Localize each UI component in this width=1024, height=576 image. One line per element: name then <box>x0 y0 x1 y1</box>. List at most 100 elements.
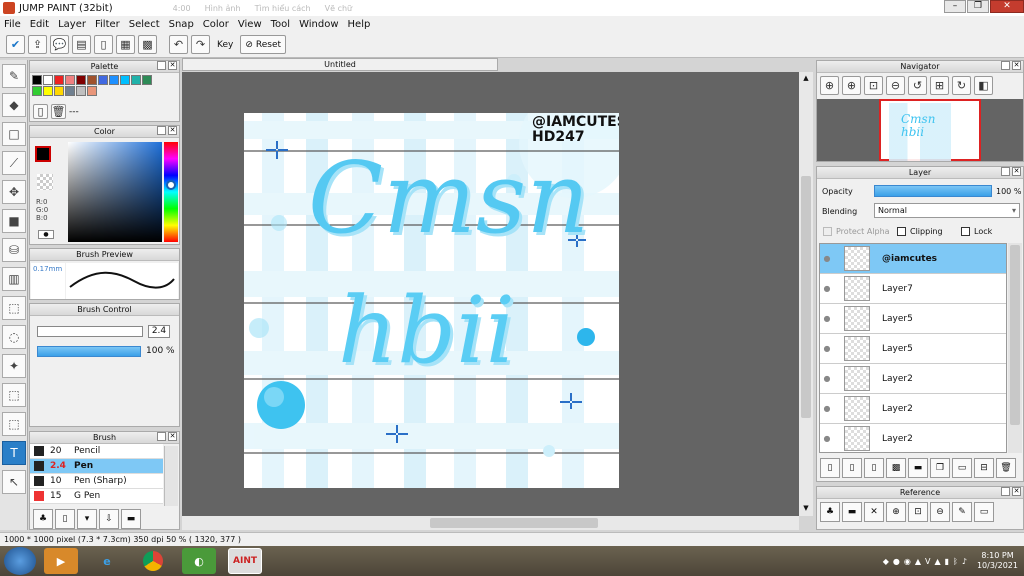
reference-fit-icon[interactable]: ⊡ <box>908 502 928 522</box>
reference-menu-icon[interactable]: ▭ <box>974 502 994 522</box>
bluetooth-icon[interactable]: ᛒ <box>953 557 958 566</box>
layer-row[interactable]: ● @iamcutes <box>820 244 1006 274</box>
menu-select[interactable]: Select <box>129 19 160 30</box>
duplicate-layer-icon[interactable]: ❐ <box>930 458 950 478</box>
reference-zoom-in-icon[interactable]: ⊕ <box>886 502 906 522</box>
brush-size-slider[interactable] <box>37 326 143 337</box>
new-layer-1bit-icon[interactable]: ▯ <box>864 458 884 478</box>
menu-file[interactable]: File <box>4 19 21 30</box>
tray-icon[interactable]: V <box>925 557 930 566</box>
layer-row[interactable]: ● Layer7 <box>820 274 1006 304</box>
brush-item[interactable]: 10 Pen (Sharp) <box>30 474 163 489</box>
palette-swatch[interactable] <box>65 75 75 85</box>
new-palette-icon[interactable]: ▯ <box>33 104 48 119</box>
layer-row[interactable]: ● Layer2 <box>820 364 1006 394</box>
panel-icon[interactable]: ▦ <box>116 35 135 54</box>
brush-item[interactable]: 20 Pencil <box>30 444 163 459</box>
line-tool-icon[interactable]: ⟋ <box>2 151 26 175</box>
brush-list-scrollbar[interactable] <box>164 446 178 506</box>
palette-swatch[interactable] <box>54 86 64 96</box>
layer-opacity-slider[interactable] <box>874 185 992 197</box>
menu-tool[interactable]: Tool <box>271 19 290 30</box>
panel-pin-icon[interactable] <box>157 126 166 135</box>
visibility-icon[interactable]: ● <box>820 254 834 263</box>
vertical-scroll-thumb[interactable] <box>801 176 811 418</box>
layer-row[interactable]: ● Layer5 <box>820 334 1006 364</box>
brush-item[interactable]: 2.4 Pen <box>30 459 163 474</box>
transparent-color[interactable] <box>37 174 53 190</box>
lock-checkbox[interactable]: Lock <box>961 227 992 236</box>
halftone-layer-icon[interactable]: ▩ <box>886 458 906 478</box>
delete-palette-icon[interactable]: 🗑 <box>51 104 66 119</box>
new-layer-8bit-icon[interactable]: ▯ <box>842 458 862 478</box>
hue-slider[interactable] <box>164 142 178 242</box>
layer-row[interactable]: ● Layer2 <box>820 424 1006 452</box>
palette-swatch[interactable] <box>131 75 141 85</box>
menu-snap[interactable]: Snap <box>169 19 194 30</box>
panel-close-icon[interactable]: ✕ <box>168 61 177 70</box>
app-icon-green[interactable]: ◐ <box>182 548 216 574</box>
magic-wand-icon[interactable]: ✦ <box>2 354 26 378</box>
merge-layer-icon[interactable]: ⊟ <box>974 458 994 478</box>
visibility-icon[interactable]: ● <box>820 314 834 323</box>
reference-open-icon[interactable]: ▬ <box>842 502 862 522</box>
color-field[interactable] <box>68 142 162 242</box>
comment-icon[interactable]: 💬 <box>50 35 69 54</box>
tray-icon[interactable]: ● <box>893 557 900 566</box>
palette-swatch[interactable] <box>87 75 97 85</box>
fit-icon[interactable]: ⊡ <box>864 76 883 95</box>
hue-handle[interactable] <box>166 180 176 190</box>
delete-layer-icon[interactable]: 🗑 <box>996 458 1016 478</box>
canvas-vertical-scrollbar[interactable]: ▲ ▼ <box>799 72 813 516</box>
brush-size-value[interactable]: 2.4 <box>148 325 170 338</box>
tray-icon[interactable]: ◆ <box>883 557 889 566</box>
reference-zoom-out-icon[interactable]: ⊖ <box>930 502 950 522</box>
rectangle-tool-icon[interactable]: □ <box>2 122 26 146</box>
maximize-button[interactable]: ❐ <box>967 0 989 13</box>
palette-swatch[interactable] <box>142 75 152 85</box>
zoom-in-icon[interactable]: ⊕ <box>820 76 839 95</box>
brush-save-icon[interactable]: ⇩ <box>99 509 119 529</box>
navigator-preview[interactable]: Cmsn hbii <box>817 99 1023 161</box>
menu-window[interactable]: Window <box>299 19 338 30</box>
scroll-up-icon[interactable]: ▲ <box>801 74 811 84</box>
blending-select[interactable]: Normal ▾ <box>874 203 1020 218</box>
page-icon[interactable]: ▯ <box>94 35 113 54</box>
clipping-checkbox[interactable]: Clipping <box>897 227 943 236</box>
menu-edit[interactable]: Edit <box>30 19 49 30</box>
jump-paint-taskbar-icon[interactable]: AINT <box>228 548 262 574</box>
rotate-left-icon[interactable]: ↺ <box>908 76 927 95</box>
layer-row[interactable]: ● Layer2 <box>820 394 1006 424</box>
brush-opacity-slider[interactable] <box>37 346 141 357</box>
palette-swatch[interactable] <box>43 75 53 85</box>
visibility-icon[interactable]: ● <box>820 344 834 353</box>
move-tool-icon[interactable]: ✥ <box>2 180 26 204</box>
layer-row[interactable]: ● Layer5 <box>820 304 1006 334</box>
palette-swatch[interactable] <box>98 75 108 85</box>
start-button[interactable] <box>4 547 36 575</box>
brush-new-icon[interactable]: ▯ <box>55 509 75 529</box>
visibility-icon[interactable]: ● <box>820 404 834 413</box>
rotate-reset-icon[interactable]: ⊞ <box>930 76 949 95</box>
chrome-icon[interactable] <box>136 548 170 574</box>
panel-pin-icon[interactable] <box>157 432 166 441</box>
reference-add-icon[interactable]: ♣ <box>820 502 840 522</box>
bucket-tool-icon[interactable]: ⛁ <box>2 238 26 262</box>
tray-icon[interactable]: ▲ <box>934 557 940 566</box>
close-button[interactable]: ✕ <box>990 0 1024 13</box>
palette-swatch[interactable] <box>43 86 53 96</box>
tray-icon[interactable]: ◉ <box>904 557 911 566</box>
panel-close-icon[interactable]: ✕ <box>168 126 177 135</box>
panel-pin-icon[interactable] <box>157 61 166 70</box>
panel-close-icon[interactable]: ✕ <box>1012 167 1021 176</box>
menu-filter[interactable]: Filter <box>95 19 120 30</box>
internet-explorer-icon[interactable]: e <box>90 548 124 574</box>
check-icon[interactable]: ✔ <box>6 35 25 54</box>
palette-swatch[interactable] <box>120 75 130 85</box>
palette-swatch[interactable] <box>76 75 86 85</box>
panel-close-icon[interactable]: ✕ <box>168 432 177 441</box>
share-icon[interactable]: ⇪ <box>28 35 47 54</box>
palette-swatch[interactable] <box>32 75 42 85</box>
redo-icon[interactable]: ↷ <box>191 35 210 54</box>
zoom-out-icon[interactable]: ⊖ <box>886 76 905 95</box>
